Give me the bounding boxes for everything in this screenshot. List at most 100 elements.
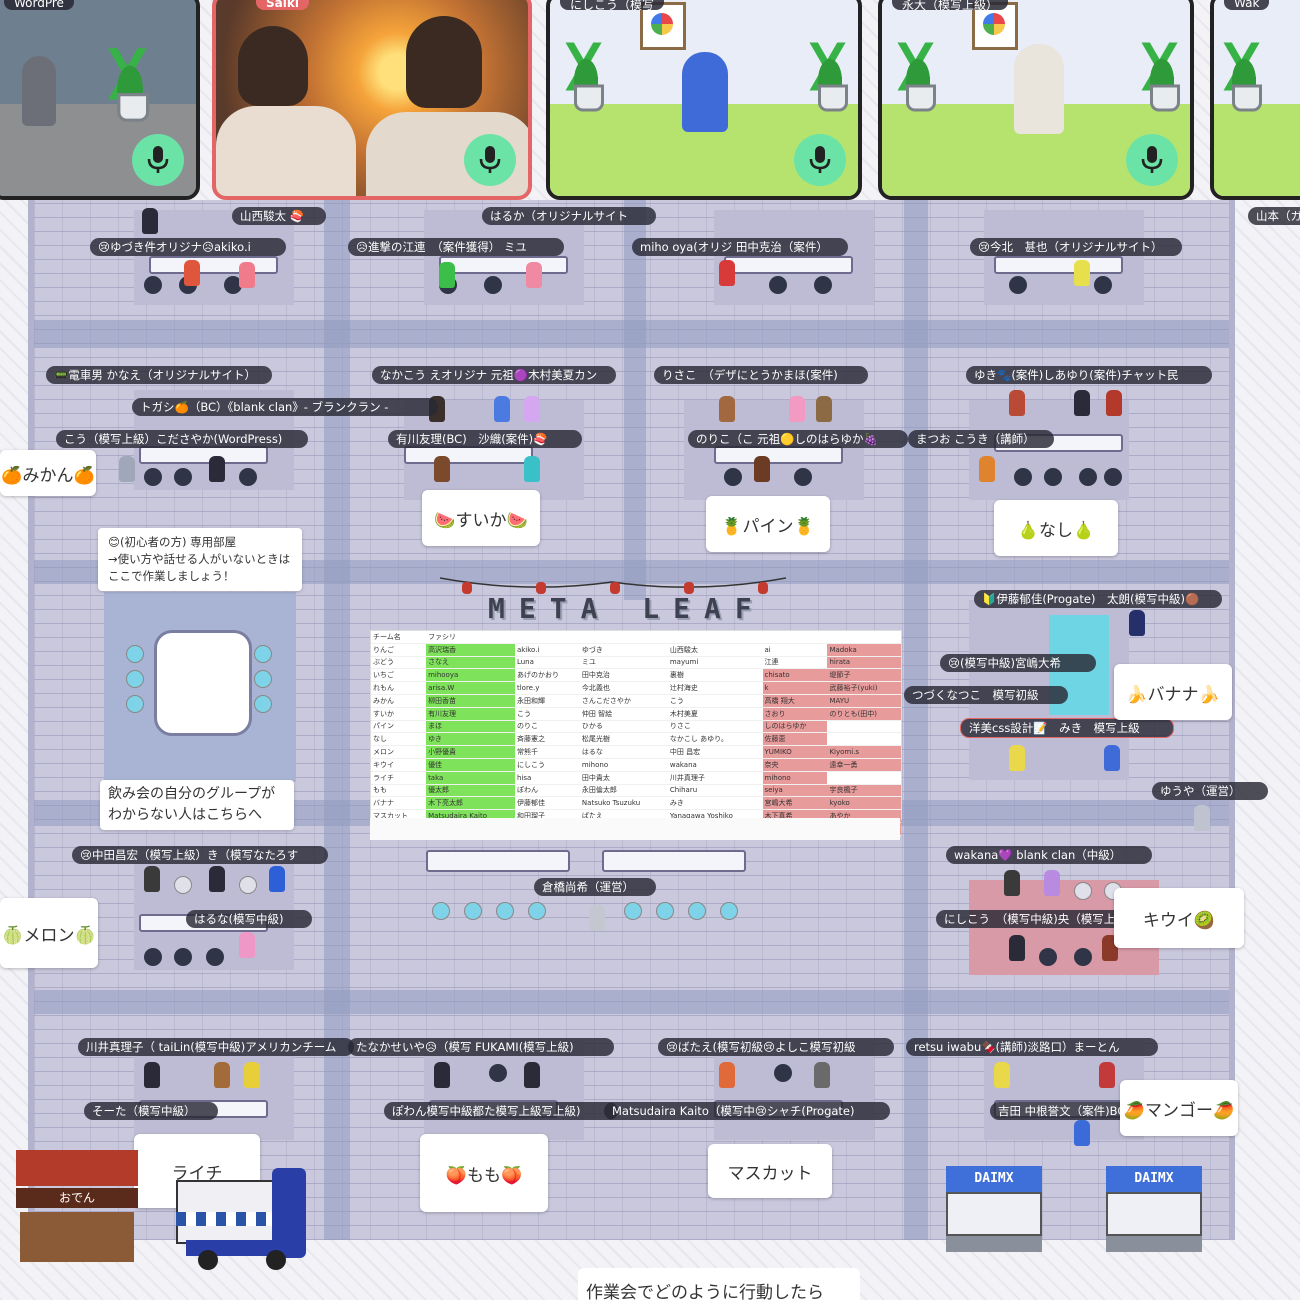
sheet-cell[interactable]: みかん [371,694,427,708]
sheet-cell[interactable]: 伊藤郁佳 [514,796,580,811]
desk[interactable] [439,256,568,274]
avatar[interactable] [1009,935,1025,961]
table-row[interactable]: パイン まほ のりこ ひかる りさこ しのはらゆか [371,720,901,734]
sheet-cell[interactable]: 木村美夏 [667,707,763,721]
sheet-cell[interactable]: YUMIKO [762,745,828,759]
chair[interactable] [1014,468,1032,486]
food-truck[interactable] [176,1160,308,1272]
sheet-cell[interactable]: 永田和輝 [514,694,580,708]
chair[interactable] [206,948,224,966]
table-row[interactable]: もも 優太郎 ぽわん 永田倫太郎 Chiharu seiya 宇良楓子 [371,784,901,798]
sheet-cell[interactable] [827,720,901,734]
avatar[interactable] [434,1062,450,1088]
table-row[interactable]: みかん 柳田香苗 永田和輝 さんこださやか こう 高橋 翔大 MAYU [371,694,901,708]
chair[interactable] [239,876,257,894]
chair[interactable] [1074,948,1092,966]
sheet-cell[interactable]: 遠幸一勇 [827,758,901,772]
seat[interactable] [624,902,642,920]
sheet-cell[interactable]: 中田 昌宏 [667,745,763,759]
sheet-cell[interactable]: しのはらゆか [762,720,828,734]
sheet-cell[interactable]: りさこ [667,720,763,734]
chair[interactable] [239,468,257,486]
avatar[interactable] [1044,870,1060,896]
sheet-cell[interactable]: あげのかおり [514,668,580,683]
chair[interactable] [144,468,162,486]
round-table[interactable] [154,630,252,736]
sheet-cell[interactable]: mihooya [426,668,515,683]
name-tag[interactable]: wakana💜 blank clan（中級） [946,846,1152,864]
name-tag[interactable]: retsu iwabu🍫(講師)淡路口）まーとん [906,1038,1158,1056]
sheet-cell[interactable]: 常熊千 [514,745,580,759]
avatar[interactable] [1009,745,1025,771]
sheet-cell[interactable]: はるな [579,745,668,759]
sheet-cell[interactable]: まほ [426,720,515,734]
sheet-cell[interactable]: こう [667,694,763,708]
sheet-cell[interactable]: Madoka [827,643,901,657]
avatar[interactable] [524,456,540,482]
sheet-cell[interactable]: Luna [514,656,580,670]
sheet-cell[interactable]: 山西駿太 [667,643,763,657]
sheet-cell[interactable]: tlore.y [514,681,580,695]
sheet-cell[interactable]: 今北義也 [579,681,668,695]
sheet-cell[interactable]: 斉藤憲之 [514,732,580,747]
sheet-cell[interactable]: 田中克治 [579,668,668,683]
chair[interactable] [1094,276,1112,294]
chair[interactable] [1009,276,1027,294]
sheet-cell[interactable]: ライチ [371,771,427,785]
name-tag[interactable]: りさこ （デザにとうかまほ(案件) [654,366,868,384]
chair[interactable] [174,948,192,966]
name-tag[interactable]: はるな(模写中級) [186,910,312,928]
sheet-cell[interactable] [827,771,901,785]
sheet-cell[interactable]: kyoko [827,796,901,811]
seat[interactable] [126,645,144,663]
name-tag[interactable]: のりこ（こ 元祖🟡しのはらゆか🍇 [688,430,908,448]
sheet-cell[interactable]: 優佳 [426,758,515,772]
name-tag[interactable]: 😢ばたえ(模写初級😢よしこ模写初級 [658,1038,894,1056]
sheet-cell[interactable]: さおり [762,707,828,721]
sheet-cell[interactable]: ai [762,643,828,657]
avatar[interactable] [269,866,285,892]
sheet-cell[interactable]: hisa [514,771,580,785]
name-tag[interactable]: ゆき🐾(案件)しあゆり(案件)チャット民 [966,366,1212,384]
sheet-cell[interactable]: Natsuko Tsuzuku [579,796,668,811]
sheet-cell[interactable]: 有川友理 [426,707,515,721]
name-tag[interactable]: 🔰伊藤郁佳(Progate) 太朗(模写中級)🟤 [974,590,1222,608]
avatar[interactable] [1004,870,1020,896]
video-tile[interactable]: WordPre [0,0,200,200]
table-row[interactable]: ぶどう さなえ Luna ミユ mayumi 江連 hirata [371,656,901,670]
microphone-icon[interactable] [132,134,184,186]
microphone-icon[interactable] [464,134,516,186]
avatar[interactable] [994,1062,1010,1088]
sheet-cell[interactable]: 宇良楓子 [827,784,901,798]
chair[interactable] [1104,468,1122,486]
sheet-cell[interactable]: すいか [371,707,427,721]
avatar[interactable] [979,456,995,482]
sheet-cell[interactable]: キウイ [371,758,427,772]
name-tag[interactable]: 😢ゆづき件オリジナ😥akiko.i [90,238,286,256]
sheet-cell[interactable]: ぶどう [371,656,427,670]
chair[interactable] [1044,468,1062,486]
avatar[interactable] [719,396,735,422]
sheet-cell[interactable]: hirata [827,656,901,670]
sheet-cell[interactable]: 木下亮太郎 [426,796,515,811]
sheet-cell[interactable]: 武藤裕子(yuki) [827,681,901,695]
avatar[interactable] [1074,260,1090,286]
microphone-icon[interactable] [794,134,846,186]
seat[interactable] [496,902,514,920]
seat[interactable] [254,670,272,688]
sheet-cell[interactable]: wakana [667,758,763,772]
name-tag[interactable]: 洋美css設計📝 みき 模写上級 [960,718,1174,738]
desk[interactable] [724,256,853,274]
video-tile[interactable]: にしこう（模写 [546,0,862,200]
microphone-icon[interactable] [1126,134,1178,186]
sheet-cell[interactable]: 高沢瑞香 [426,643,515,657]
sheet-cell[interactable]: ゆき [426,732,515,747]
sheet-cell[interactable]: 永田倫太郎 [579,784,668,798]
avatar[interactable] [754,456,770,482]
sheet-cell[interactable] [827,732,901,747]
sheet-cell[interactable]: なかこし あゆり。 [667,732,763,747]
avatar[interactable] [239,262,255,288]
avatar[interactable] [209,456,225,482]
seat[interactable] [720,902,738,920]
table-row[interactable]: メロン 小野優貴 常熊千 はるな 中田 昌宏 YUMIKO Kiyomi.s [371,745,901,759]
